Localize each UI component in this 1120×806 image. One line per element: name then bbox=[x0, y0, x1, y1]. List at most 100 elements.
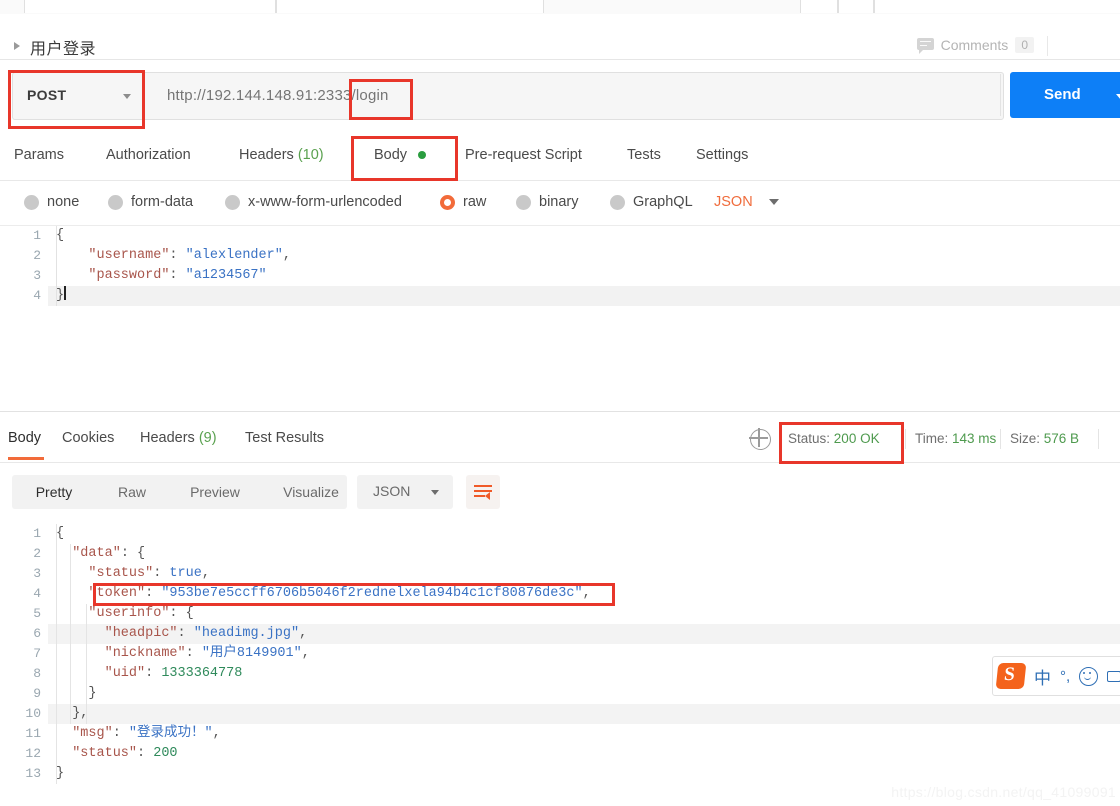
response-line-numbers: 1 2 3 4 5 6 7 8 9 10 11 12 13 bbox=[0, 524, 48, 784]
response-body-viewer[interactable]: 1 2 3 4 5 6 7 8 9 10 11 12 13 { "data": { "status": … bbox=[0, 524, 1120, 799]
line-number: 2 bbox=[33, 248, 41, 263]
code-line[interactable]: } bbox=[56, 764, 591, 784]
code-token: , bbox=[301, 646, 310, 661]
line-number: 1 bbox=[33, 228, 41, 243]
method-select[interactable]: POST bbox=[12, 72, 143, 120]
code-line[interactable]: } bbox=[56, 684, 591, 704]
view-label: Pretty bbox=[35, 484, 73, 500]
ime-punctuation-label[interactable]: °, bbox=[1060, 668, 1070, 685]
radio-binary[interactable]: binary bbox=[516, 194, 579, 210]
tab-count: (9) bbox=[198, 430, 217, 446]
chevron-down-icon bbox=[768, 199, 779, 205]
response-format-select[interactable]: JSON bbox=[357, 475, 453, 509]
tab-strip-segment[interactable] bbox=[838, 0, 874, 13]
chevron-down-icon[interactable] bbox=[1116, 94, 1120, 100]
response-tab-test-results[interactable]: Test Results bbox=[245, 430, 324, 446]
code-line[interactable]: "headpic": "headimg.jpg", bbox=[56, 624, 591, 644]
view-pretty[interactable]: Pretty bbox=[12, 475, 96, 509]
radio-form-data[interactable]: form-data bbox=[108, 194, 193, 210]
globe-icon[interactable] bbox=[749, 428, 771, 450]
code-line[interactable]: "token": "953be7e5ccff6706b5046f2rednelx… bbox=[56, 584, 590, 604]
tab-tests[interactable]: Tests bbox=[627, 147, 661, 163]
tab-authorization[interactable]: Authorization bbox=[106, 147, 191, 163]
radio-none[interactable]: none bbox=[24, 194, 79, 210]
view-raw[interactable]: Raw bbox=[96, 475, 168, 509]
radio-raw[interactable]: raw bbox=[440, 194, 486, 210]
tab-label: Params bbox=[14, 147, 64, 163]
code-token: : bbox=[169, 248, 186, 263]
code-token: , bbox=[299, 626, 308, 641]
view-visualize[interactable]: Visualize bbox=[262, 475, 360, 509]
response-code[interactable]: { "data": { "status": true, "token": "95… bbox=[56, 524, 591, 784]
tab-label: Tests bbox=[627, 147, 661, 163]
send-button[interactable]: Send bbox=[1010, 72, 1120, 118]
smiley-icon[interactable] bbox=[1079, 666, 1099, 686]
code-line[interactable]: }, bbox=[56, 704, 591, 724]
code-line[interactable]: { bbox=[56, 524, 591, 544]
radio-label: form-data bbox=[131, 194, 194, 210]
response-format-label: JSON bbox=[373, 483, 411, 499]
code-line[interactable]: { bbox=[56, 226, 291, 246]
tab-body[interactable]: Body bbox=[374, 147, 427, 163]
code-line[interactable]: "status": 200 bbox=[56, 744, 591, 764]
status-indicator[interactable]: Status: 200 OK bbox=[788, 431, 880, 446]
response-splitter[interactable] bbox=[0, 411, 1120, 418]
radio-graphql[interactable]: GraphQL bbox=[610, 194, 693, 210]
radio-label: x-www-form-urlencoded bbox=[248, 194, 402, 210]
code-line[interactable]: "username": "alexlender", bbox=[56, 246, 291, 266]
tab-strip-segment[interactable] bbox=[874, 0, 1120, 13]
triangle-right-icon[interactable] bbox=[14, 42, 20, 50]
keyboard-icon[interactable] bbox=[1107, 670, 1120, 682]
body-format-select[interactable]: JSON bbox=[714, 194, 779, 210]
tab-pre-request-script[interactable]: Pre-request Script bbox=[465, 147, 582, 163]
code-line[interactable]: "uid": 1333364778 bbox=[56, 664, 591, 684]
code-line[interactable]: "password": "a1234567" bbox=[56, 266, 291, 286]
tab-params[interactable]: Params bbox=[14, 147, 64, 163]
tab-strip-segment[interactable] bbox=[276, 0, 544, 13]
line-number: 10 bbox=[25, 706, 41, 721]
code-line[interactable]: "userinfo": { bbox=[56, 604, 591, 624]
code-line[interactable]: "msg": "登录成功！", bbox=[56, 724, 591, 744]
ime-mode-label[interactable]: 中 bbox=[1034, 664, 1051, 689]
word-wrap-icon[interactable] bbox=[466, 475, 500, 509]
tab-headers[interactable]: Headers (10) bbox=[239, 147, 324, 163]
response-tab-headers[interactable]: Headers (9) bbox=[140, 430, 217, 446]
radio-icon bbox=[610, 194, 625, 210]
request-code[interactable]: { "username": "alexlender", "password": … bbox=[56, 226, 291, 306]
url-value: http://192.144.148.91:2333/login bbox=[167, 87, 389, 104]
comments-button[interactable]: Comments 0 bbox=[916, 37, 1034, 54]
response-tab-cookies[interactable]: Cookies bbox=[62, 430, 114, 446]
code-line[interactable]: } bbox=[56, 286, 291, 306]
code-line[interactable]: "nickname": "用户8149901", bbox=[56, 644, 591, 664]
sogou-logo-icon[interactable]: S bbox=[995, 663, 1027, 689]
view-label: Raw bbox=[117, 484, 146, 500]
tab-strip-segment[interactable] bbox=[800, 0, 838, 13]
chevron-down-icon bbox=[123, 94, 131, 99]
line-number: 7 bbox=[33, 646, 41, 661]
ime-toolbar[interactable]: S 中 °, bbox=[992, 656, 1120, 696]
code-token: "a1234567" bbox=[185, 268, 267, 283]
response-tab-body[interactable]: Body bbox=[8, 430, 41, 446]
tab-label: Headers bbox=[239, 147, 294, 163]
code-line[interactable]: "data": { bbox=[56, 544, 591, 564]
radio-icon bbox=[24, 194, 39, 210]
status-value: 200 OK bbox=[833, 431, 880, 446]
tab-strip-segment[interactable] bbox=[24, 0, 276, 13]
tab-settings[interactable]: Settings bbox=[696, 147, 748, 163]
radio-icon bbox=[516, 194, 531, 210]
time-indicator[interactable]: Time: 143 ms bbox=[915, 431, 996, 446]
line-number: 6 bbox=[33, 626, 41, 641]
view-label: Preview bbox=[190, 484, 240, 500]
tab-label: Settings bbox=[696, 147, 749, 163]
tab-count: (10) bbox=[297, 147, 324, 163]
url-input[interactable]: http://192.144.148.91:2333/login bbox=[142, 72, 1004, 120]
time-value: 143 ms bbox=[952, 431, 997, 446]
tab-label: Cookies bbox=[62, 430, 115, 446]
code-token: "953be7e5ccff6706b5046f2rednelxela94b4c1… bbox=[161, 586, 583, 601]
request-body-editor[interactable]: 1 2 3 4 { "username": "alexlender", "passwo… bbox=[0, 226, 1120, 411]
request-name-bar: 用户登录 Comments 0 bbox=[0, 14, 1120, 60]
size-indicator[interactable]: Size: 576 B bbox=[1010, 431, 1079, 446]
radio-x-www-form-urlencoded[interactable]: x-www-form-urlencoded bbox=[225, 194, 402, 210]
view-preview[interactable]: Preview bbox=[168, 475, 262, 509]
code-line[interactable]: "status": true, bbox=[56, 564, 591, 584]
